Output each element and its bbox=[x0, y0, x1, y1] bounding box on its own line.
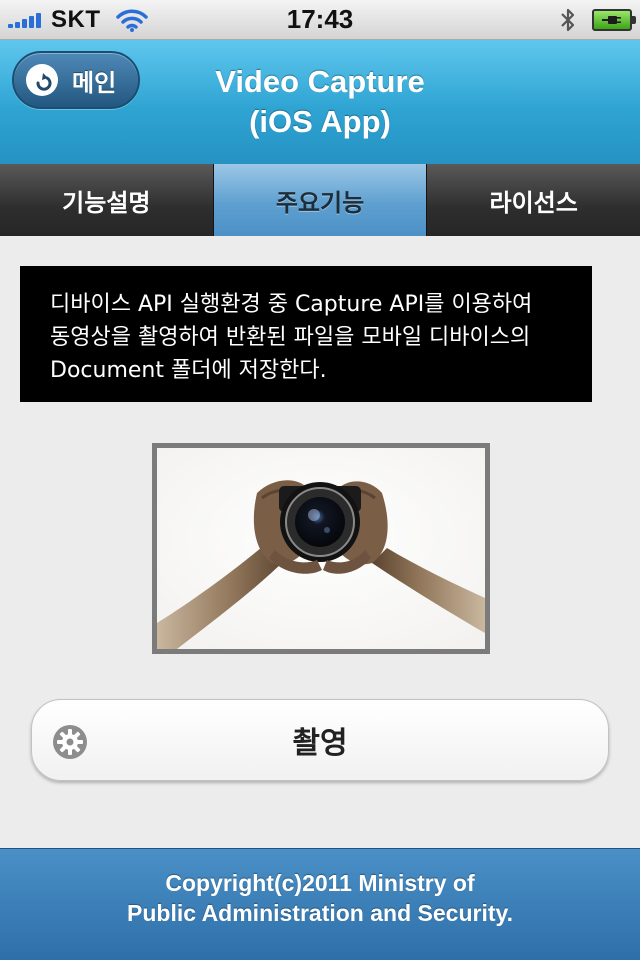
battery-charging-icon bbox=[592, 9, 636, 31]
title-line-2: (iOS App) bbox=[249, 104, 391, 139]
capture-button[interactable]: 촬영 bbox=[31, 699, 609, 781]
camera-hands-image bbox=[152, 443, 490, 654]
status-time: 17:43 bbox=[286, 4, 354, 34]
tab-bar: 기능설명 주요기능 라이선스 bbox=[0, 164, 640, 236]
page-title: Video Capture (iOS App) bbox=[150, 62, 490, 142]
copyright-line-2: Public Administration and Security. bbox=[127, 900, 513, 926]
back-to-main-button[interactable]: 메인 bbox=[12, 51, 140, 109]
title-line-1: Video Capture bbox=[215, 64, 425, 99]
back-button-label: 메인 bbox=[72, 68, 117, 97]
gear-icon bbox=[53, 725, 87, 759]
tab-main-features[interactable]: 주요기능 bbox=[213, 164, 428, 236]
status-right bbox=[558, 6, 636, 34]
copyright-line-1: Copyright(c)2011 Ministry of bbox=[165, 870, 475, 896]
status-bar: SKT 17:43 bbox=[0, 0, 640, 40]
copyright-footer: Copyright(c)2011 Ministry of Public Admi… bbox=[0, 848, 640, 960]
bluetooth-icon bbox=[561, 8, 575, 32]
tab-feature-description[interactable]: 기능설명 bbox=[0, 164, 214, 236]
back-arrow-icon bbox=[26, 64, 58, 96]
capture-button-label: 촬영 bbox=[292, 726, 348, 761]
tab-license[interactable]: 라이선스 bbox=[427, 164, 640, 236]
feature-description: 디바이스 API 실행환경 중 Capture API를 이용하여 동영상을 촬… bbox=[20, 266, 592, 402]
app-header: 메인 Video Capture (iOS App) bbox=[0, 40, 640, 164]
